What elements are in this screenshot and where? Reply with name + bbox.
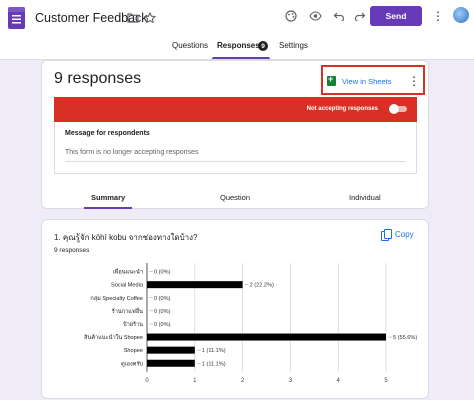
data-label: 2 (22.2%)	[250, 283, 274, 289]
x-tick-label: 3	[289, 378, 293, 384]
category-label: สินค้าแนะนำใน Shopee	[83, 334, 143, 341]
accepting-responses-bar: Not accepting responses	[54, 97, 417, 122]
folder-icon[interactable]	[126, 11, 140, 25]
preview-eye-icon[interactable]	[308, 9, 322, 23]
accepting-responses-label: Not accepting responses	[306, 106, 378, 112]
redo-icon[interactable]	[353, 9, 367, 23]
category-label: Social Media	[111, 283, 144, 289]
data-label: 0 (0%)	[154, 270, 171, 276]
category-label: ดูเองครับ	[121, 360, 143, 367]
x-tick-label: 5	[384, 378, 388, 384]
send-button[interactable]: Send	[370, 6, 422, 26]
more-options-icon[interactable]: ⋮	[432, 9, 444, 23]
respondent-message-box: Message for respondents This form is no …	[54, 122, 417, 174]
accepting-responses-toggle[interactable]	[389, 104, 407, 114]
tab-responses[interactable]: Responses	[217, 41, 260, 50]
responses-more-icon[interactable]: ⋮	[408, 75, 420, 87]
summary-view-tabs: Summary Question Individual	[42, 193, 430, 210]
bar	[147, 281, 243, 289]
tab-individual[interactable]: Individual	[349, 193, 381, 202]
responses-summary-card: 9 responses View in Sheets ⋮ Not accepti…	[41, 60, 429, 209]
category-label: กลุ่ม Specialty Coffee	[90, 296, 143, 302]
responses-bar-chart: 0 1 2 3 4 5 เพื่อนแนะนำ 0 (0%) Social Media 2 (22…	[83, 263, 417, 384]
category-label: ร้านกาแฟอื่น	[112, 307, 143, 315]
star-icon[interactable]	[143, 11, 157, 25]
form-tabs: Questions Responses 9 Settings	[0, 38, 474, 60]
x-tick-label: 4	[337, 378, 341, 384]
palette-icon[interactable]	[284, 9, 298, 23]
data-label: 5 (55.6%)	[393, 335, 417, 341]
responses-count-badge: 9	[258, 41, 268, 51]
sheets-icon	[327, 74, 336, 86]
data-label: 0 (0%)	[154, 309, 171, 315]
input-underline	[65, 161, 406, 162]
active-view-indicator	[84, 207, 132, 209]
bar	[147, 333, 386, 341]
view-in-sheets-label: View in Sheets	[342, 76, 392, 86]
view-in-sheets-button[interactable]: View in Sheets	[327, 74, 391, 88]
data-label: 0 (0%)	[154, 322, 171, 328]
data-label: 0 (0%)	[154, 296, 171, 302]
tab-summary[interactable]: Summary	[91, 193, 125, 202]
tab-settings[interactable]: Settings	[279, 41, 308, 50]
x-tick-label: 2	[241, 378, 245, 384]
tab-question[interactable]: Question	[220, 193, 250, 202]
data-label: 1 (11.1%)	[202, 361, 226, 367]
bar	[147, 346, 195, 354]
question-summary-card: 1. คุณรู้จัก kōhī kobu จากช่องทางใดบ้าง?…	[41, 219, 429, 399]
responses-count-heading: 9 responses	[54, 70, 142, 87]
top-app-bar: Customer Feedback Send ⋮ Questions Respo…	[0, 0, 474, 60]
active-tab-indicator	[212, 57, 270, 59]
respondent-message-label: Message for respondents	[65, 130, 150, 137]
bar	[147, 359, 195, 367]
data-label: 1 (11.1%)	[202, 348, 226, 354]
account-avatar[interactable]	[453, 7, 469, 23]
tab-questions[interactable]: Questions	[172, 41, 208, 50]
undo-icon[interactable]	[332, 9, 346, 23]
category-label: เพื่อนแนะนำ	[113, 268, 143, 276]
category-label: Shopee	[124, 348, 143, 354]
x-tick-label: 1	[193, 378, 197, 384]
forms-logo-icon[interactable]	[8, 7, 25, 29]
x-tick-label: 0	[145, 378, 149, 384]
respondent-message-input[interactable]: This form is no longer accepting respons…	[65, 149, 198, 156]
category-label: ป้ายร้าน	[123, 321, 143, 328]
